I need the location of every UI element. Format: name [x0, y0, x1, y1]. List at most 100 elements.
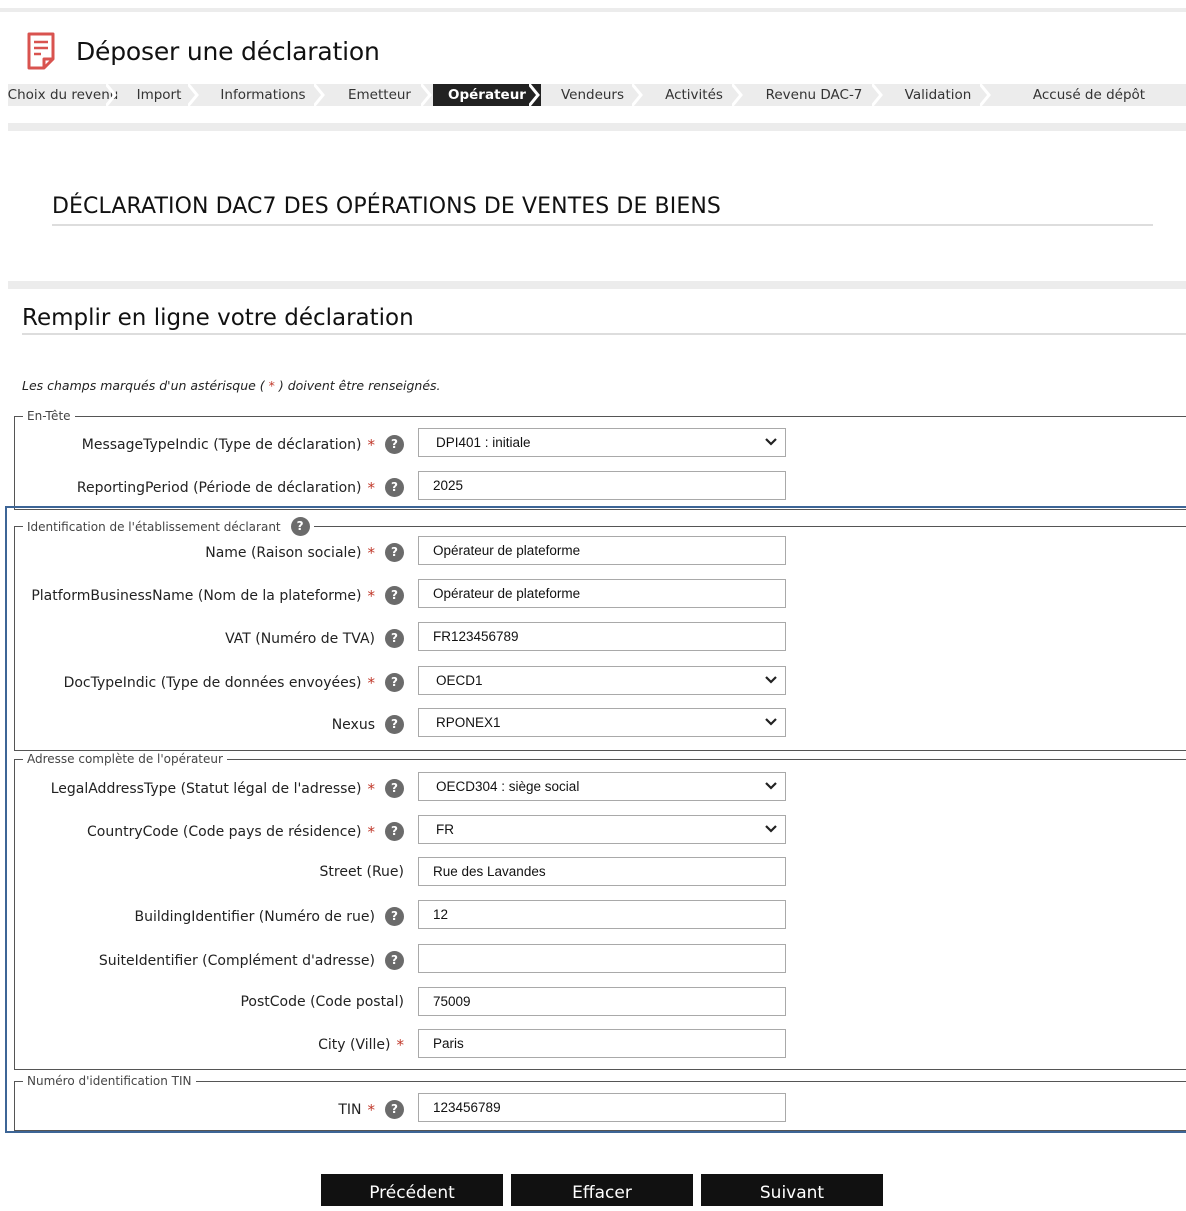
fieldset-legend: En-Tête — [27, 409, 71, 423]
step-informations[interactable]: Informations — [200, 84, 326, 106]
row-street: Street (Rue) Rue des Lavandes — [0, 857, 1186, 887]
required-marker: * — [367, 478, 376, 497]
field-label: CountryCode (Code pays de résidence) — [87, 823, 362, 840]
required-marker: * — [367, 779, 376, 798]
vat-input[interactable]: FR123456789 — [418, 622, 786, 651]
building-identifier-input[interactable]: 12 — [418, 900, 786, 929]
help-icon[interactable]: ? — [385, 715, 404, 734]
required-marker: * — [367, 543, 376, 562]
city-input[interactable]: Paris — [418, 1029, 786, 1058]
field-label: Nexus — [331, 716, 375, 733]
step-import[interactable]: Import — [118, 84, 200, 106]
help-icon[interactable]: ? — [290, 517, 310, 536]
required-marker: * — [367, 435, 376, 454]
required-marker: * — [367, 586, 376, 605]
nexus-select[interactable]: RPONEX1 — [418, 708, 786, 737]
field-label: PlatformBusinessName (Nom de la platefor… — [31, 587, 362, 604]
field-label: SuiteIdentifier (Complément d'adresse) — [98, 952, 375, 969]
street-input[interactable]: Rue des Lavandes — [418, 857, 786, 886]
separator — [8, 123, 1186, 131]
step-accuse-de-depot[interactable]: Accusé de dépôt — [992, 84, 1186, 106]
help-icon[interactable]: ? — [385, 543, 404, 562]
reporting-period-input[interactable]: 2025 — [418, 471, 786, 500]
step-activites[interactable]: Activités — [644, 84, 744, 106]
chevron-down-icon — [765, 718, 777, 726]
row-tin: TIN *? 123456789 — [0, 1093, 1186, 1123]
separator — [8, 281, 1186, 289]
fieldset-legend: Numéro d'identification TIN — [27, 1074, 192, 1088]
help-icon[interactable]: ? — [385, 1100, 404, 1119]
section-title: DÉCLARATION DAC7 DES OPÉRATIONS DE VENTE… — [52, 194, 721, 219]
row-nexus: Nexus? RPONEX1 — [0, 708, 1186, 738]
message-type-indic-select[interactable]: DPI401 : initiale — [418, 428, 786, 457]
help-icon[interactable]: ? — [385, 822, 404, 841]
field-label: VAT (Numéro de TVA) — [225, 630, 375, 647]
required-fields-note: Les champs marqués d'un astérisque ( * )… — [22, 378, 441, 393]
suite-identifier-input[interactable] — [418, 944, 786, 973]
form-title-underline — [22, 333, 1186, 335]
field-label: PostCode (Code postal) — [240, 994, 404, 1010]
row-vat: VAT (Numéro de TVA)? FR123456789 — [0, 622, 1186, 652]
help-icon[interactable]: ? — [385, 673, 404, 692]
field-label: DocTypeIndic (Type de données envoyées) — [63, 674, 362, 691]
help-icon[interactable]: ? — [385, 907, 404, 926]
field-label: City (Ville) — [318, 1037, 391, 1053]
help-icon[interactable]: ? — [385, 951, 404, 970]
platform-business-name-input[interactable]: Opérateur de plateforme — [418, 579, 786, 608]
field-label: TIN — [338, 1101, 362, 1118]
field-label: BuildingIdentifier (Numéro de rue) — [134, 908, 376, 925]
field-label: Name (Raison sociale) — [205, 544, 362, 561]
field-label: Street (Rue) — [319, 864, 405, 880]
post-code-input[interactable]: 75009 — [418, 987, 786, 1016]
fieldset-legend: Identification de l'établissement déclar… — [23, 517, 314, 536]
field-label: MessageTypeIndic (Type de déclaration) — [81, 436, 362, 453]
country-code-select[interactable]: FR — [418, 815, 786, 844]
chevron-down-icon — [765, 676, 777, 684]
row-name: Name (Raison sociale) *? Opérateur de pla… — [0, 536, 1186, 566]
row-building-identifier: BuildingIdentifier (Numéro de rue)? 12 — [0, 900, 1186, 930]
step-vendeurs[interactable]: Vendeurs — [541, 84, 644, 106]
row-platform-business-name: PlatformBusinessName (Nom de la platefor… — [0, 579, 1186, 609]
required-marker: * — [367, 822, 376, 841]
previous-button[interactable]: Précédent — [321, 1174, 503, 1206]
step-navigation: Choix du revenu Import Informations Emet… — [8, 84, 1186, 106]
legal-address-type-select[interactable]: OECD304 : siège social — [418, 772, 786, 801]
step-revenu-dac7[interactable]: Revenu DAC-7 — [744, 84, 884, 106]
section-title-underline — [52, 224, 1153, 226]
help-icon[interactable]: ? — [385, 779, 404, 798]
step-emetteur[interactable]: Emetteur — [326, 84, 433, 106]
help-icon[interactable]: ? — [385, 435, 404, 454]
row-country-code: CountryCode (Code pays de résidence) *? F… — [0, 815, 1186, 845]
help-icon[interactable]: ? — [385, 478, 404, 497]
name-input[interactable]: Opérateur de plateforme — [418, 536, 786, 565]
tin-input[interactable]: 123456789 — [418, 1093, 786, 1122]
fieldset-legend: Adresse complète de l'opérateur — [27, 752, 223, 766]
step-validation[interactable]: Validation — [884, 84, 992, 106]
row-reporting-period: ReportingPeriod (Période de déclaration)… — [0, 471, 1186, 501]
required-marker: * — [396, 1036, 405, 1054]
row-post-code: PostCode (Code postal) 75009 — [0, 987, 1186, 1017]
step-operateur[interactable]: Opérateur — [433, 84, 541, 106]
top-bar — [0, 8, 1186, 12]
required-marker: * — [367, 673, 376, 692]
chevron-down-icon — [765, 782, 777, 790]
doc-type-indic-select[interactable]: OECD1 — [418, 666, 786, 695]
field-label: ReportingPeriod (Période de déclaration) — [76, 479, 362, 496]
page-title: Déposer une déclaration — [76, 36, 380, 66]
chevron-down-icon — [765, 438, 777, 446]
row-city: City (Ville) * Paris — [0, 1029, 1186, 1059]
row-legal-address-type: LegalAddressType (Statut légal de l'adre… — [0, 772, 1186, 802]
form-title: Remplir en ligne votre déclaration — [22, 305, 414, 331]
clear-button[interactable]: Effacer — [511, 1174, 693, 1206]
page-header: Déposer une déclaration — [26, 30, 380, 72]
field-label: LegalAddressType (Statut légal de l'adre… — [50, 780, 362, 797]
help-icon[interactable]: ? — [385, 629, 404, 648]
step-choix-du-revenu[interactable]: Choix du revenu — [8, 84, 118, 106]
document-icon — [27, 32, 55, 70]
next-button[interactable]: Suivant — [701, 1174, 883, 1206]
help-icon[interactable]: ? — [385, 586, 404, 605]
chevron-down-icon — [765, 825, 777, 833]
row-suite-identifier: SuiteIdentifier (Complément d'adresse)? — [0, 944, 1186, 974]
row-message-type-indic: MessageTypeIndic (Type de déclaration) *?… — [0, 428, 1186, 458]
required-marker: * — [367, 1100, 376, 1119]
